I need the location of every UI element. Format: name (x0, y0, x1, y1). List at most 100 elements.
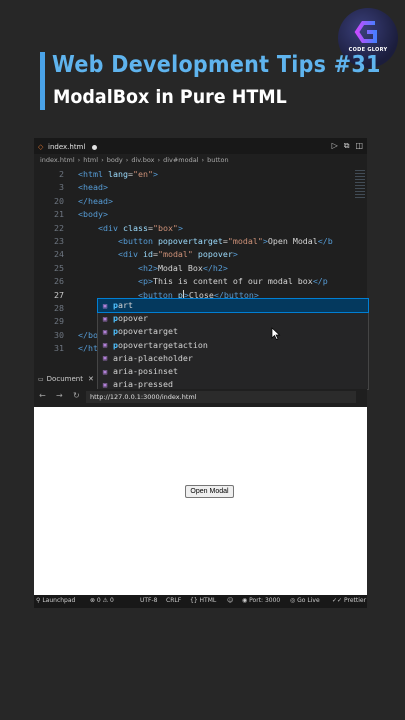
back-icon[interactable]: ← (39, 391, 46, 400)
code-text: <p>This is content of our modal box</p (137, 276, 328, 287)
line-number: 3 (59, 182, 64, 193)
line-number: 27 (54, 289, 64, 300)
suggestion-item[interactable]: ▣ popover (98, 312, 368, 325)
status-bar: ⚲ Launchpad ⊗ 0 ⚠ 0 UTF-8 CRLF {} HTML ☺… (34, 595, 367, 608)
breadcrumb-item[interactable]: html (83, 156, 98, 164)
browser-tab[interactable]: ▭ Document ✕ (34, 372, 104, 386)
editor-actions: ▷ ⧉ ◫ (332, 141, 363, 151)
browser-toolbar: ← → ↻ http://127.0.0.1:3000/index.html (34, 389, 367, 405)
reload-icon[interactable]: ↻ (73, 391, 80, 400)
code-line[interactable]: 26 <p>This is content of our modal box</… (34, 275, 367, 288)
prettier-item[interactable]: ✓✓ Prettier (332, 597, 366, 604)
breadcrumb-item[interactable]: index.html (40, 156, 75, 164)
launchpad-label: Launchpad (42, 597, 76, 604)
breadcrumb-item[interactable]: body (107, 156, 123, 164)
property-icon: ▣ (102, 301, 108, 310)
breadcrumb-separator: › (157, 156, 161, 164)
suggestion-label: popovertarget (113, 326, 178, 337)
suggestion-label: aria-placeholder (113, 352, 193, 363)
line-number: 28 (54, 303, 64, 313)
browser-viewport: Open Modal (34, 407, 367, 595)
suggestion-label: part (113, 300, 133, 310)
code-text: <div class="box"> (97, 222, 183, 233)
copilot-icon[interactable]: ☺ (227, 597, 233, 604)
suggestion-item[interactable]: ▣ aria-placeholder (98, 352, 368, 365)
page-subtitle: ModalBox in Pure HTML (53, 86, 287, 108)
breadcrumb-item[interactable]: button (207, 156, 228, 164)
logo-icon (354, 21, 377, 43)
split-editor-icon[interactable]: ◫ (355, 141, 363, 151)
accent-bar (40, 52, 45, 110)
code-line[interactable]: 24 <div id="modal" popover> (34, 248, 367, 261)
run-icon[interactable]: ▷ (332, 141, 338, 151)
suggestion-label: popovertargetaction (113, 339, 208, 350)
code-text: <head> (78, 182, 108, 193)
suggestion-item[interactable]: ▣ popovertargetaction (98, 339, 368, 352)
autocomplete-dropdown: ▣ part ▣ popover ▣ popovertarget ▣ popovertarge… (97, 297, 369, 390)
property-icon: ▣ (102, 327, 108, 336)
line-number: 2 (59, 169, 64, 179)
mouse-cursor-icon (271, 327, 281, 340)
property-icon: ▣ (102, 314, 108, 323)
unsaved-dot-icon[interactable] (92, 144, 98, 150)
close-icon[interactable]: ✕ (88, 375, 94, 383)
breadcrumb-separator: › (201, 156, 205, 164)
line-number: 25 (54, 262, 64, 273)
line-number: 23 (54, 236, 64, 246)
line-number: 22 (54, 222, 64, 233)
code-line[interactable]: 23 <button popovertarget="modal">Open Mo… (34, 235, 367, 248)
encoding-item[interactable]: UTF-8 (140, 597, 158, 604)
minimap[interactable] (355, 170, 365, 200)
code-text: <div id="modal" popover> (117, 249, 238, 260)
line-number: 24 (54, 249, 64, 260)
html-file-icon: ◇ (38, 142, 44, 151)
code-text: <body> (78, 209, 108, 220)
browser-tab-icon: ▭ (38, 375, 44, 383)
prettier-label: Prettier (343, 597, 367, 604)
code-line[interactable]: 20 </head> (34, 195, 367, 208)
problems-item[interactable]: ⊗ 0 ⚠ 0 (90, 597, 114, 604)
breadcrumb: index.html › html › body › div.box › div#modal › b… (40, 156, 229, 164)
line-number: 30 (54, 329, 64, 340)
breadcrumb-item[interactable]: div#modal (163, 156, 198, 164)
code-text: <html lang="en"> (78, 169, 158, 179)
line-number: 20 (54, 195, 64, 206)
port-label: Port: 3000 (249, 597, 281, 604)
breadcrumb-separator: › (101, 156, 104, 164)
breadcrumb-item[interactable]: div.box (131, 156, 154, 164)
go-live-label: Go Live (297, 597, 320, 604)
code-text: <h2>Modal Box</h2> (137, 262, 228, 273)
code-line[interactable]: 3 <head> (34, 181, 367, 194)
line-number: 29 (54, 316, 64, 327)
editor-tabbar: ◇ index.html ▷ ⧉ ◫ (34, 138, 367, 154)
suggestion-item[interactable]: ▣ part (97, 297, 369, 314)
suggestion-item[interactable]: ▣ aria-posinset (98, 365, 368, 378)
language-item[interactable]: {} HTML (190, 597, 216, 604)
code-line[interactable]: 22 <div class="box"> (34, 222, 367, 235)
breadcrumb-separator: › (77, 156, 81, 164)
line-number: 31 (54, 343, 64, 354)
open-preview-icon[interactable]: ⧉ (344, 141, 350, 151)
code-line[interactable]: 2 <html lang="en"> (34, 168, 367, 181)
code-line[interactable]: 25 <h2>Modal Box</h2> (34, 262, 367, 275)
launchpad-item[interactable]: ⚲ Launchpad (36, 597, 75, 604)
page-title: Web Development Tips #31 (52, 52, 381, 78)
go-live-item[interactable]: ◎ Go Live (290, 597, 320, 604)
line-number: 26 (54, 276, 64, 287)
property-icon: ▣ (102, 354, 108, 363)
port-item[interactable]: ◉ Port: 3000 (242, 597, 280, 604)
code-text: </head> (78, 195, 113, 206)
url-field[interactable]: http://127.0.0.1:3000/index.html (86, 391, 356, 403)
editor-tab[interactable]: ◇ index.html (38, 140, 98, 154)
code-line[interactable]: 21 <body> (34, 208, 367, 221)
suggestion-item[interactable]: ▣ popovertarget (98, 325, 368, 338)
line-number: 21 (54, 209, 64, 220)
code-text: <button popovertarget="modal">Open Modal… (117, 236, 333, 246)
forward-icon[interactable]: → (56, 391, 63, 400)
suggestion-label: popover (113, 313, 148, 324)
suggestion-label: aria-posinset (113, 365, 178, 376)
open-modal-button[interactable]: Open Modal (185, 485, 234, 498)
property-icon: ▣ (102, 341, 108, 350)
breadcrumb-separator: › (125, 156, 129, 164)
eol-item[interactable]: CRLF (166, 597, 181, 604)
